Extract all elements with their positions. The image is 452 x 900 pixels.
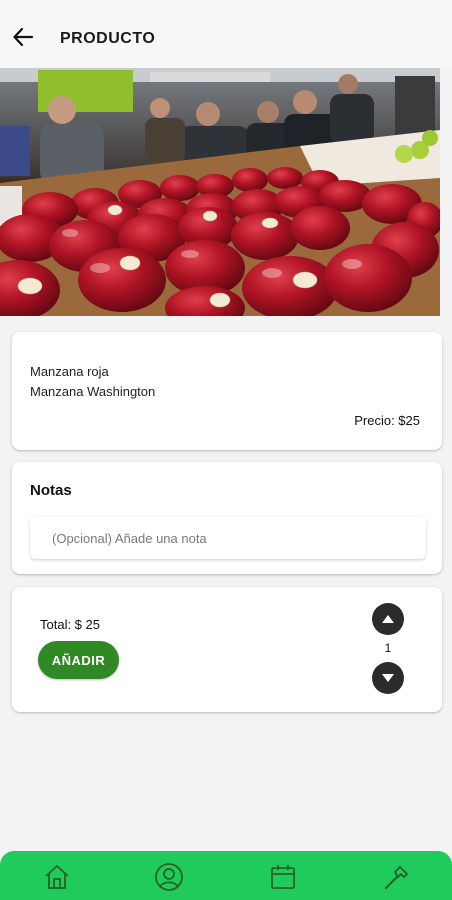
product-price: Precio: $25 — [354, 413, 420, 428]
product-variety: Manzana Washington — [30, 384, 156, 399]
add-button[interactable]: AÑADIR — [38, 641, 119, 679]
nav-calendar[interactable] — [266, 861, 300, 893]
user-icon — [155, 863, 183, 891]
notes-card: Notas — [12, 462, 442, 574]
bottom-nav — [0, 851, 452, 900]
total-label: Total: $ 25 — [40, 617, 100, 632]
arrow-left-icon — [13, 27, 34, 47]
order-card: Total: $ 25 AÑADIR 1 — [12, 587, 442, 712]
nav-profile[interactable] — [152, 861, 186, 893]
quantity-value: 1 — [384, 641, 392, 655]
home-icon — [45, 865, 69, 889]
nav-tools[interactable] — [379, 861, 413, 893]
decrement-button[interactable] — [372, 662, 404, 694]
calendar-icon — [271, 865, 295, 889]
chevron-up-icon — [382, 615, 394, 623]
product-info-card: Manzana roja Manzana Washington Precio: … — [12, 332, 442, 450]
note-input[interactable] — [30, 517, 426, 559]
product-name: Manzana roja — [30, 364, 109, 379]
product-image — [0, 68, 440, 316]
chevron-down-icon — [382, 674, 394, 682]
hammer-icon — [385, 866, 408, 889]
page-title: PRODUCTO — [60, 30, 156, 47]
back-button[interactable] — [8, 22, 38, 52]
increment-button[interactable] — [372, 603, 404, 635]
app-bar: PRODUCTO — [0, 0, 452, 68]
nav-home[interactable] — [40, 861, 74, 893]
notes-title: Notas — [30, 482, 72, 499]
